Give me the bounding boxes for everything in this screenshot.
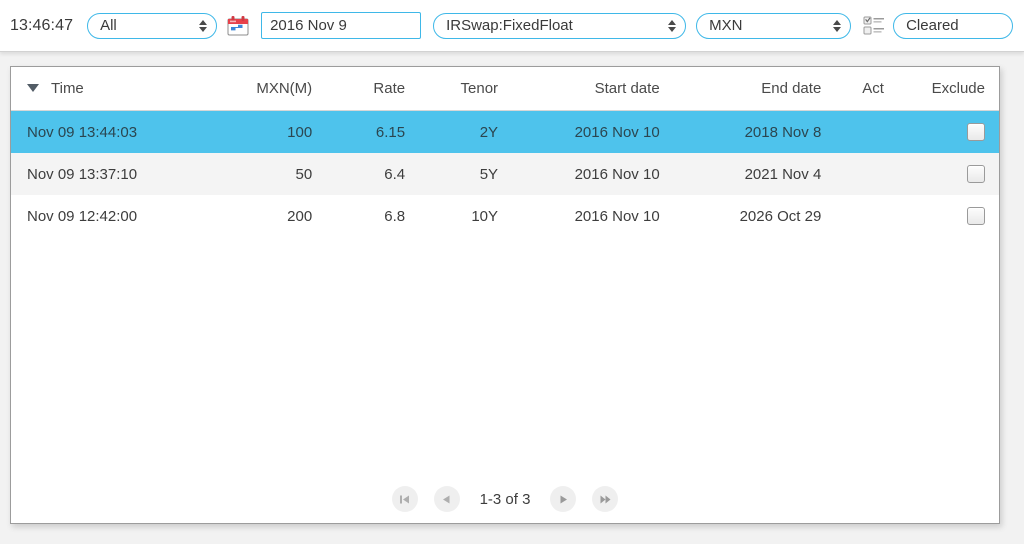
exclude-checkbox[interactable] xyxy=(967,207,985,226)
date-input-value: 2016 Nov 9 xyxy=(270,17,347,34)
cell-act xyxy=(835,110,898,153)
cell-end-date: 2026 Oct 29 xyxy=(673,195,836,237)
cell-time: Nov 09 12:42:00 xyxy=(11,195,214,237)
status-filter-select[interactable]: Cleared xyxy=(893,12,1014,39)
exclude-checkbox[interactable] xyxy=(967,123,985,142)
table-header-row: Time MXN(M) Rate Tenor Start date End da… xyxy=(11,67,999,111)
previous-page-button[interactable] xyxy=(433,486,460,512)
column-header-rate[interactable]: Rate xyxy=(326,67,420,111)
application-window: 13:46:47 All 2016 Nov 9 IRSwap:FixedFloa… xyxy=(0,0,1024,544)
date-input[interactable]: 2016 Nov 9 xyxy=(261,12,422,39)
trades-table: Time MXN(M) Rate Tenor Start date End da… xyxy=(11,67,999,237)
filter-toolbar: 13:46:47 All 2016 Nov 9 IRSwap:FixedFloa… xyxy=(0,0,1024,52)
trades-grid: Time MXN(M) Rate Tenor Start date End da… xyxy=(11,67,999,523)
cell-act xyxy=(835,195,898,237)
calendar-icon[interactable] xyxy=(227,15,249,37)
account-filter-select[interactable]: All xyxy=(87,12,218,39)
cell-start-date: 2016 Nov 10 xyxy=(512,195,674,237)
last-page-icon xyxy=(600,495,611,503)
cell-tenor: 10Y xyxy=(419,195,513,237)
exclude-checkbox[interactable] xyxy=(967,165,985,184)
last-page-button[interactable] xyxy=(592,486,619,512)
cell-exclude xyxy=(897,153,999,195)
trades-panel: Time MXN(M) Rate Tenor Start date End da… xyxy=(10,66,1000,524)
cell-rate: 6.8 xyxy=(326,195,420,237)
clock-label: 13:46:47 xyxy=(10,16,74,34)
column-header-exclude[interactable]: Exclude xyxy=(897,67,999,111)
account-filter-value: All xyxy=(100,17,117,34)
checklist-icon[interactable] xyxy=(863,16,885,36)
previous-page-icon xyxy=(443,495,450,503)
product-filter-value: IRSwap:FixedFloat xyxy=(446,17,573,34)
column-header-end-date[interactable]: End date xyxy=(673,67,836,111)
cell-time: Nov 09 13:44:03 xyxy=(11,110,214,153)
cell-act xyxy=(835,153,898,195)
column-header-start-date[interactable]: Start date xyxy=(512,67,674,111)
cell-start-date: 2016 Nov 10 xyxy=(512,153,674,195)
cell-rate: 6.4 xyxy=(326,153,420,195)
column-header-notional[interactable]: MXN(M) xyxy=(213,67,327,111)
sort-descending-icon xyxy=(27,84,39,92)
cell-rate: 6.15 xyxy=(326,110,420,153)
cell-start-date: 2016 Nov 10 xyxy=(512,110,674,153)
cell-exclude xyxy=(897,110,999,153)
next-page-icon xyxy=(560,495,567,503)
product-filter-select[interactable]: IRSwap:FixedFloat xyxy=(433,12,687,39)
chevron-updown-icon xyxy=(198,17,207,35)
chevron-updown-icon xyxy=(667,17,676,35)
table-row[interactable]: Nov 09 13:37:10 50 6.4 5Y 2016 Nov 10 20… xyxy=(11,153,999,195)
cell-notional: 50 xyxy=(213,153,327,195)
cell-end-date: 2018 Nov 8 xyxy=(673,110,836,153)
cell-tenor: 5Y xyxy=(419,153,513,195)
cell-notional: 200 xyxy=(213,195,327,237)
table-row[interactable]: Nov 09 13:44:03 100 6.15 2Y 2016 Nov 10 … xyxy=(11,110,999,153)
column-header-act[interactable]: Act xyxy=(835,67,898,111)
pagination-bar: 1-3 of 3 xyxy=(11,479,999,519)
currency-filter-select[interactable]: MXN xyxy=(696,12,852,39)
cell-end-date: 2021 Nov 4 xyxy=(673,153,836,195)
first-page-icon xyxy=(400,495,410,503)
cell-exclude xyxy=(897,195,999,237)
status-filter-value: Cleared xyxy=(906,17,959,34)
cell-tenor: 2Y xyxy=(419,110,513,153)
cell-notional: 100 xyxy=(213,110,327,153)
cell-time: Nov 09 13:37:10 xyxy=(11,153,214,195)
column-header-time[interactable]: Time xyxy=(11,67,214,111)
column-header-time-label: Time xyxy=(51,80,84,97)
first-page-button[interactable] xyxy=(391,486,418,512)
column-header-tenor[interactable]: Tenor xyxy=(419,67,513,111)
pagination-range-label: 1-3 of 3 xyxy=(479,490,531,508)
next-page-button[interactable] xyxy=(550,486,577,512)
chevron-updown-icon xyxy=(832,17,841,35)
table-row[interactable]: Nov 09 12:42:00 200 6.8 10Y 2016 Nov 10 … xyxy=(11,195,999,237)
currency-filter-value: MXN xyxy=(709,17,743,34)
